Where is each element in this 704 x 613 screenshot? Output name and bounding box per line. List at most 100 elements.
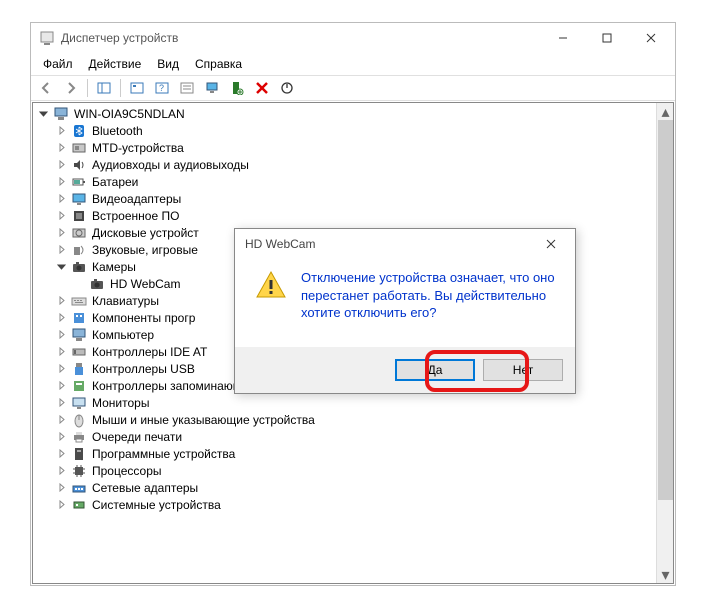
- keyboard-icon: [71, 293, 87, 309]
- expander-icon[interactable]: [55, 328, 68, 341]
- tree-label: Мыши и иные указывающие устройства: [90, 413, 317, 427]
- tree-label: Очереди печати: [90, 430, 184, 444]
- scroll-down-icon[interactable]: ▾: [657, 566, 674, 583]
- expander-icon[interactable]: [55, 226, 68, 239]
- expander-icon[interactable]: [55, 158, 68, 171]
- tree-node[interactable]: Сетевые адаптеры: [33, 479, 656, 496]
- back-button[interactable]: [35, 77, 57, 99]
- monitor-icon: [71, 395, 87, 411]
- tree-node[interactable]: Встроенное ПО: [33, 207, 656, 224]
- yes-button[interactable]: Да: [395, 359, 475, 381]
- tree-node[interactable]: Мониторы: [33, 394, 656, 411]
- tree-label: Программные устройства: [90, 447, 237, 461]
- toolbar-help[interactable]: ?: [151, 77, 173, 99]
- toolbar-disable[interactable]: [276, 77, 298, 99]
- titlebar: Диспетчер устройств: [31, 23, 675, 53]
- expander-icon[interactable]: [55, 379, 68, 392]
- camera-icon: [71, 259, 87, 275]
- expander-icon[interactable]: [55, 447, 68, 460]
- expander-icon[interactable]: [55, 430, 68, 443]
- expander-icon[interactable]: [55, 260, 68, 273]
- tree-label: Контроллеры USB: [90, 362, 197, 376]
- close-button[interactable]: [629, 23, 673, 53]
- expander-icon[interactable]: [55, 175, 68, 188]
- expander-icon[interactable]: [37, 107, 50, 120]
- tree-label: Контроллеры IDE AT: [90, 345, 209, 359]
- expander-icon[interactable]: [55, 192, 68, 205]
- tree-label: Процессоры: [90, 464, 164, 478]
- toolbar-computer[interactable]: [201, 77, 223, 99]
- scrollbar[interactable]: ▴ ▾: [656, 103, 673, 583]
- menu-view[interactable]: Вид: [149, 55, 187, 73]
- tree-node[interactable]: Мыши и иные указывающие устройства: [33, 411, 656, 428]
- expander-icon[interactable]: [55, 294, 68, 307]
- scroll-thumb[interactable]: [658, 120, 673, 500]
- dialog-body: Отключение устройства означает, что оно …: [235, 259, 575, 347]
- menu-file[interactable]: Файл: [35, 55, 81, 73]
- audio-icon: [71, 157, 87, 173]
- software2-icon: [71, 446, 87, 462]
- tree-node[interactable]: MTD-устройства: [33, 139, 656, 156]
- system-icon: [71, 497, 87, 513]
- cpu-icon: [71, 463, 87, 479]
- tree-node[interactable]: Батареи: [33, 173, 656, 190]
- toolbar-uninstall[interactable]: [251, 77, 273, 99]
- tree-node[interactable]: Процессоры: [33, 462, 656, 479]
- toolbar-add[interactable]: [226, 77, 248, 99]
- mouse-icon: [71, 412, 87, 428]
- dialog-title: HD WebCam: [245, 237, 531, 251]
- dialog-message: Отключение устройства означает, что оно …: [301, 269, 555, 337]
- tree-node[interactable]: Bluetooth: [33, 122, 656, 139]
- tree-node[interactable]: Программные устройства: [33, 445, 656, 462]
- expander-icon[interactable]: [55, 209, 68, 222]
- tree-node[interactable]: Видеоадаптеры: [33, 190, 656, 207]
- confirm-dialog: HD WebCam Отключение устройства означает…: [234, 228, 576, 394]
- toolbar: ?: [31, 75, 675, 101]
- tree-label: Системные устройства: [90, 498, 223, 512]
- toolbar-scan[interactable]: [126, 77, 148, 99]
- firmware-icon: [71, 208, 87, 224]
- expander-icon[interactable]: [55, 243, 68, 256]
- expander-icon[interactable]: [55, 345, 68, 358]
- warning-icon: [255, 269, 287, 301]
- tree-label: Bluetooth: [90, 124, 145, 138]
- app-icon: [39, 30, 55, 46]
- tree-label: Компьютер: [90, 328, 156, 342]
- expander-icon[interactable]: [55, 141, 68, 154]
- mtd-icon: [71, 140, 87, 156]
- tree-label: Клавиатуры: [90, 294, 161, 308]
- no-button[interactable]: Нет: [483, 359, 563, 381]
- dialog-titlebar: HD WebCam: [235, 229, 575, 259]
- usb-icon: [71, 361, 87, 377]
- expander-icon[interactable]: [55, 396, 68, 409]
- minimize-button[interactable]: [541, 23, 585, 53]
- menu-help[interactable]: Справка: [187, 55, 250, 73]
- expander-icon[interactable]: [55, 464, 68, 477]
- print-icon: [71, 429, 87, 445]
- ide-icon: [71, 344, 87, 360]
- software-icon: [71, 310, 87, 326]
- tree-label: Сетевые адаптеры: [90, 481, 200, 495]
- tree-node[interactable]: Очереди печати: [33, 428, 656, 445]
- maximize-button[interactable]: [585, 23, 629, 53]
- expander-icon[interactable]: [55, 124, 68, 137]
- menu-action[interactable]: Действие: [81, 55, 150, 73]
- toolbar-showhide[interactable]: [93, 77, 115, 99]
- tree-node[interactable]: Системные устройства: [33, 496, 656, 513]
- separator: [87, 79, 88, 97]
- svg-text:?: ?: [159, 83, 164, 93]
- scroll-up-icon[interactable]: ▴: [657, 103, 674, 120]
- forward-button[interactable]: [60, 77, 82, 99]
- disk-icon: [71, 225, 87, 241]
- expander-icon[interactable]: [55, 413, 68, 426]
- expander-icon[interactable]: [55, 362, 68, 375]
- toolbar-properties[interactable]: [176, 77, 198, 99]
- dialog-close-button[interactable]: [531, 230, 571, 258]
- network-icon: [71, 480, 87, 496]
- expander-icon[interactable]: [55, 498, 68, 511]
- expander-icon[interactable]: [55, 311, 68, 324]
- battery-icon: [71, 174, 87, 190]
- tree-node[interactable]: Аудиовходы и аудиовыходы: [33, 156, 656, 173]
- expander-icon[interactable]: [55, 481, 68, 494]
- tree-root[interactable]: WIN-OIA9C5NDLAN: [33, 105, 656, 122]
